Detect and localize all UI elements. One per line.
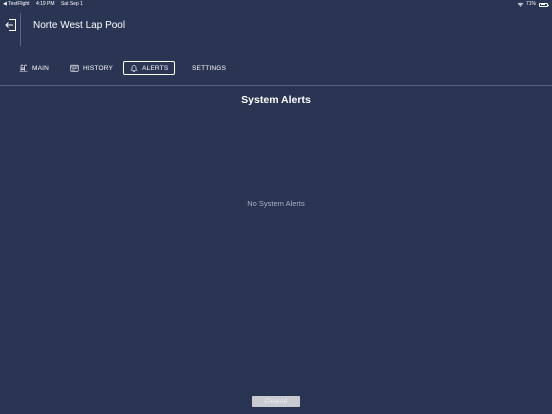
tab-alerts[interactable]: ALERTS bbox=[123, 61, 176, 75]
tab-bar: MAIN HISTORY ALERTS SETTINGS bbox=[0, 61, 552, 77]
cleared-button[interactable]: Cleared bbox=[252, 396, 300, 407]
tab-history[interactable]: HISTORY bbox=[70, 61, 113, 75]
section-title: System Alerts bbox=[241, 94, 311, 106]
exit-button[interactable] bbox=[4, 17, 18, 33]
tab-main[interactable]: MAIN bbox=[19, 61, 49, 75]
header-divider bbox=[20, 13, 21, 46]
pool-ladder-icon bbox=[19, 64, 28, 72]
status-time: 4:19 PM bbox=[35, 1, 55, 7]
exit-icon bbox=[5, 19, 16, 31]
battery-percent: 71% bbox=[525, 1, 536, 7]
tab-alerts-label: ALERTS bbox=[142, 64, 169, 72]
page-title: Norte West Lap Pool bbox=[33, 20, 126, 31]
status-date: Sat Sep 1 bbox=[60, 1, 83, 7]
tab-settings[interactable]: SETTINGS bbox=[192, 61, 226, 75]
wifi-icon bbox=[517, 2, 524, 7]
calendar-icon bbox=[70, 64, 79, 72]
battery-icon bbox=[539, 2, 549, 7]
tab-main-label: MAIN bbox=[32, 64, 50, 72]
tab-history-label: HISTORY bbox=[83, 64, 114, 72]
back-to-app-link[interactable]: ◀ TestFlight bbox=[3, 1, 30, 7]
header: Norte West Lap Pool bbox=[0, 9, 552, 49]
bell-icon bbox=[130, 65, 138, 72]
status-right: 71% bbox=[517, 0, 549, 9]
nav-divider bbox=[0, 85, 552, 86]
empty-state-message: No System Alerts bbox=[247, 199, 305, 208]
tab-settings-label: SETTINGS bbox=[192, 64, 227, 72]
status-left: ◀ TestFlight 4:19 PM Sat Sep 1 bbox=[3, 0, 88, 9]
status-bar: ◀ TestFlight 4:19 PM Sat Sep 1 71% bbox=[0, 0, 552, 9]
